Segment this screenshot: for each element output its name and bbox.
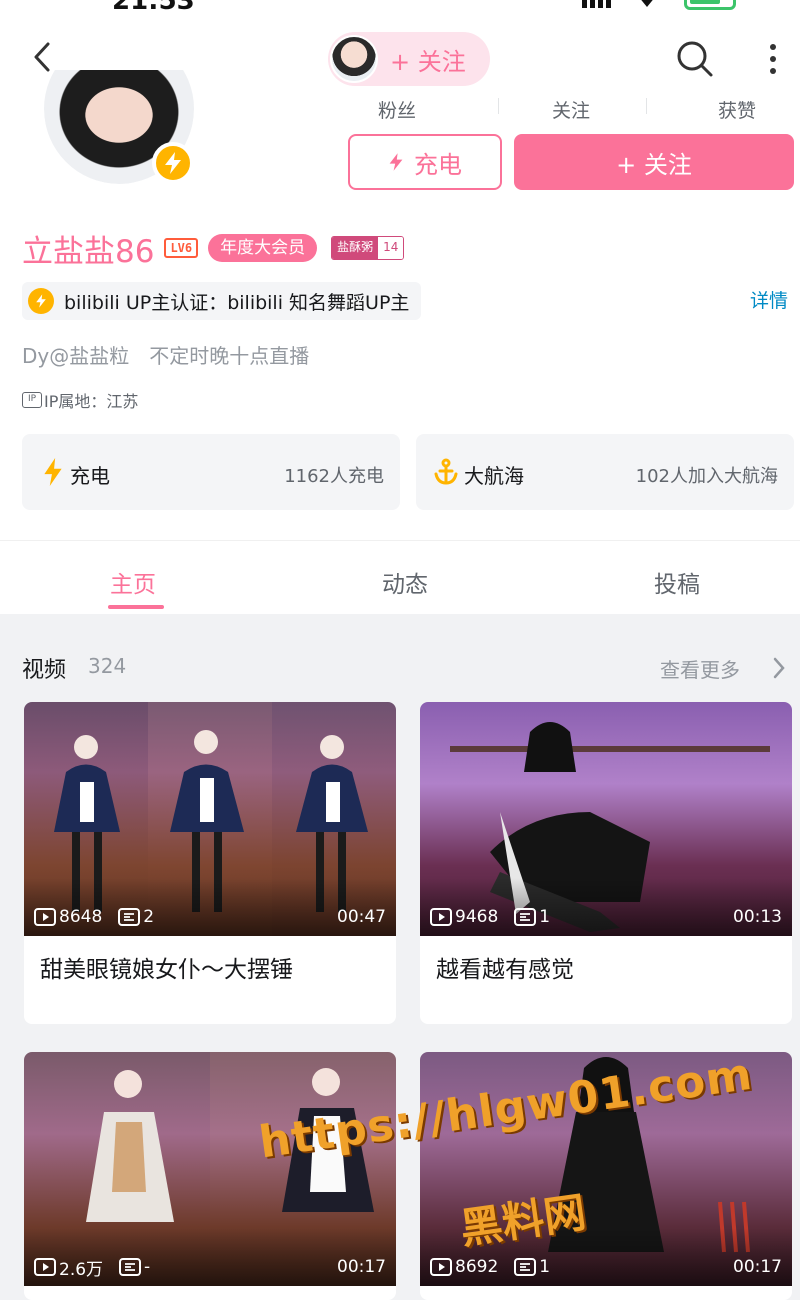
danmaku-icon [119,1258,142,1276]
search-icon[interactable] [676,40,714,78]
verification-text: bilibili UP主认证：bilibili 知名舞蹈UP主 [64,291,410,314]
tab-home[interactable]: 主页 [110,565,156,599]
play-count-icon [430,908,452,926]
play-count: 9468 [455,907,499,927]
videos-section-title: 视频 [22,658,67,683]
chevron-right-icon[interactable] [770,656,788,680]
fleet-card-value: 102人加入大航海 [635,466,778,487]
profile-tabs: 主页 动态 投稿 [0,540,800,614]
fan-medal-level: 14 [378,237,404,259]
play-count: 8692 [455,1257,499,1277]
play-count: 8648 [59,907,103,927]
verified-icon [28,288,54,314]
video-card[interactable]: 9468 1 00:13 越看越有感觉 [420,702,792,1024]
charge-card[interactable]: 充电 1162人充电 [22,434,400,510]
charge-card-title: 充电 [70,464,110,488]
ip-location: IP IP属地：江苏 [22,388,138,412]
back-icon[interactable] [26,40,60,74]
verification-badge: bilibili UP主认证：bilibili 知名舞蹈UP主 [22,282,422,320]
tab-uploads[interactable]: 投稿 [654,565,700,599]
danmaku-count: - [144,1257,151,1277]
video-title[interactable]: 越看越有感觉 [420,936,792,1024]
danmaku-icon [514,1258,537,1276]
ip-location-text: IP属地：江苏 [44,392,139,411]
danmaku-icon [118,908,141,926]
lightning-badge-icon [152,142,194,184]
anchor-icon [434,458,458,485]
stat-likes-label[interactable]: 获赞 [718,96,756,123]
video-thumbnail[interactable]: 8648 2 00:47 [24,702,396,936]
stats-row: 粉丝 关注 获赞 [330,96,800,123]
video-card[interactable]: 8648 2 00:47 甜美眼镜娘女仆～大摆锤 [24,702,396,1024]
wifi-icon [641,0,653,7]
lightning-icon [389,153,403,171]
fleet-card[interactable]: 大航海 102人加入大航海 [416,434,794,510]
follow-button[interactable]: + 关注 [514,134,794,190]
video-duration: 00:17 [733,1257,782,1277]
lightning-icon [44,458,62,486]
danmaku-count: 1 [539,907,551,927]
video-duration: 00:13 [733,907,782,927]
stat-divider [646,98,647,114]
charge-button-label: 充电 [414,150,462,179]
video-meta: 2.6万 - 00:17 [34,1256,386,1280]
name-row: 立盐盐86 LV6 年度大会员 盐酥粥 14 [22,228,405,270]
play-count-icon [34,908,56,926]
nav-follow-label: + 关注 [390,48,466,76]
status-bar: 21:53 [0,0,800,14]
tab-active-indicator [108,605,164,609]
signal-icon [582,0,611,8]
nav-follow-pill[interactable]: + 关注 [328,32,490,86]
username: 立盐盐86 [22,233,155,270]
video-meta: 9468 1 00:13 [430,906,782,928]
level-badge: LV6 [164,238,199,258]
bio: Dy@盐盐粒 不定时晚十点直播 [22,344,310,368]
video-thumbnail[interactable]: 2.6万 - 00:17 [24,1052,396,1286]
stat-fans-label[interactable]: 粉丝 [378,96,416,123]
profile-header: 粉丝 关注 获赞 充电 + 关注 立盐盐86 LV6 年度大会员 盐酥粥 14 … [0,70,800,540]
video-meta: 8648 2 00:47 [34,906,386,928]
video-duration: 00:17 [337,1257,386,1277]
video-duration: 00:47 [337,907,386,927]
play-count-icon [430,1258,452,1276]
videos-count: 324 [88,654,127,678]
status-time: 21:53 [112,0,195,14]
ip-icon: IP [22,392,42,408]
video-thumbnail[interactable]: 9468 1 00:13 [420,702,792,936]
more-icon[interactable] [764,40,782,78]
fleet-card-title: 大航海 [464,464,524,488]
play-count-icon [34,1258,56,1276]
danmaku-count: 2 [143,907,155,927]
play-count: 2.6万 [59,1259,104,1280]
battery-icon [684,0,736,10]
charge-button[interactable]: 充电 [348,134,502,190]
danmaku-icon [514,908,537,926]
video-meta: 8692 1 00:17 [430,1256,782,1278]
stat-following-label[interactable]: 关注 [552,96,590,123]
video-title[interactable]: 甜美眼镜娘女仆～大摆锤 [24,936,396,1024]
stat-divider [498,98,499,114]
nav-avatar [330,35,378,83]
vip-badge[interactable]: 年度大会员 [208,234,318,262]
fan-medal[interactable]: 盐酥粥 14 [331,236,405,260]
danmaku-count: 1 [539,1257,551,1277]
detail-link[interactable]: 详情 [750,286,788,313]
video-card[interactable]: 2.6万 - 00:17 [24,1052,396,1300]
view-more-link[interactable]: 查看更多 [660,654,740,683]
tab-dynamics[interactable]: 动态 [382,565,428,599]
fan-medal-name: 盐酥粥 [332,237,379,259]
charge-card-value: 1162人充电 [284,466,384,487]
